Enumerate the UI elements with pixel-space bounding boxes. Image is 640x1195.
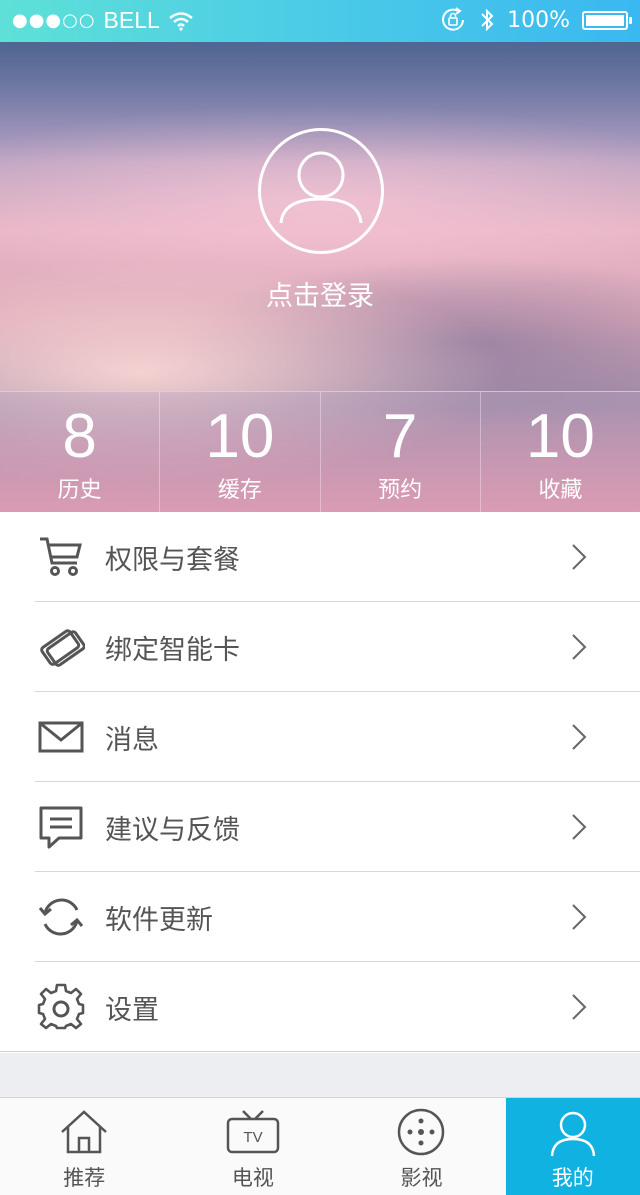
home-icon — [61, 1110, 108, 1154]
rotation-lock-icon — [442, 7, 465, 31]
stat-history[interactable]: 8 历史 — [0, 392, 159, 512]
stat-value: 10 — [205, 402, 275, 471]
cart-icon — [40, 537, 82, 576]
avatar[interactable] — [258, 128, 384, 254]
user-icon — [279, 151, 363, 224]
menu-item-messages[interactable]: 消息 — [0, 692, 640, 782]
gear-icon — [37, 983, 85, 1030]
menu-item-label: 权限与套餐 — [105, 545, 240, 576]
battery-percent: 100% — [507, 7, 570, 33]
bluetooth-icon — [481, 8, 494, 32]
bottom-tab-bar: 推荐 TV 电视 影视 我的 — [0, 1097, 640, 1195]
stat-value: 8 — [62, 402, 97, 471]
tab-recommend[interactable]: 推荐 — [0, 1098, 169, 1195]
stat-cache[interactable]: 10 缓存 — [159, 392, 319, 512]
stat-value: 10 — [525, 402, 595, 471]
smart-card-icon — [40, 629, 85, 667]
profile-header: 点击登录 8 历史 10 缓存 7 预约 10 收藏 — [0, 42, 640, 512]
menu-item-permissions[interactable]: 权限与套餐 — [0, 512, 640, 602]
feedback-icon — [39, 806, 83, 849]
chevron-right-icon — [572, 634, 587, 660]
menu-item-label: 消息 — [105, 725, 159, 756]
tab-movies[interactable]: 影视 — [337, 1098, 506, 1195]
film-reel-icon — [398, 1108, 445, 1156]
tv-icon: TV — [226, 1110, 280, 1154]
user-icon — [550, 1111, 596, 1157]
tab-label: 影视 — [400, 1166, 443, 1190]
stat-reservation[interactable]: 7 预约 — [319, 392, 480, 512]
stat-label: 收藏 — [538, 478, 583, 503]
chevron-right-icon — [572, 724, 587, 750]
stat-label: 历史 — [57, 478, 102, 503]
menu-item-label: 绑定智能卡 — [105, 635, 240, 666]
svg-text:TV: TV — [243, 1129, 262, 1146]
menu-item-feedback[interactable]: 建议与反馈 — [0, 782, 640, 872]
tab-label: 推荐 — [63, 1166, 106, 1190]
signal-strength: ●●●○○ — [12, 10, 96, 31]
menu-item-software-update[interactable]: 软件更新 — [0, 872, 640, 962]
stats-bar: 8 历史 10 缓存 7 预约 10 收藏 — [0, 391, 640, 512]
chevron-right-icon — [572, 544, 587, 570]
menu-item-label: 建议与反馈 — [105, 815, 240, 846]
settings-menu: 权限与套餐 绑定智能卡 消息 建议与反馈 软件更新 设置 — [0, 512, 640, 1053]
login-link[interactable]: 点击登录 — [0, 274, 640, 313]
tab-label: 我的 — [551, 1166, 594, 1190]
tab-mine[interactable]: 我的 — [505, 1098, 640, 1195]
stat-label: 预约 — [378, 478, 423, 503]
envelope-icon — [38, 721, 84, 753]
menu-item-label: 软件更新 — [105, 905, 213, 936]
tab-tv[interactable]: TV 电视 — [169, 1098, 338, 1195]
carrier-name: BELL — [103, 7, 160, 33]
stat-favorites[interactable]: 10 收藏 — [479, 392, 640, 512]
menu-item-settings[interactable]: 设置 — [0, 962, 640, 1052]
tab-label: 电视 — [231, 1166, 274, 1190]
stat-label: 缓存 — [217, 478, 262, 503]
chevron-right-icon — [572, 814, 587, 840]
chevron-right-icon — [572, 994, 587, 1020]
wifi-icon — [169, 11, 193, 31]
menu-item-bind-card[interactable]: 绑定智能卡 — [0, 602, 640, 692]
divider — [0, 1051, 640, 1052]
battery-icon — [582, 10, 632, 30]
refresh-icon — [38, 898, 84, 936]
menu-item-label: 设置 — [105, 995, 159, 1026]
chevron-right-icon — [572, 904, 587, 930]
stat-value: 7 — [382, 402, 418, 471]
status-bar: ●●●○○ BELL 100% — [0, 0, 640, 42]
